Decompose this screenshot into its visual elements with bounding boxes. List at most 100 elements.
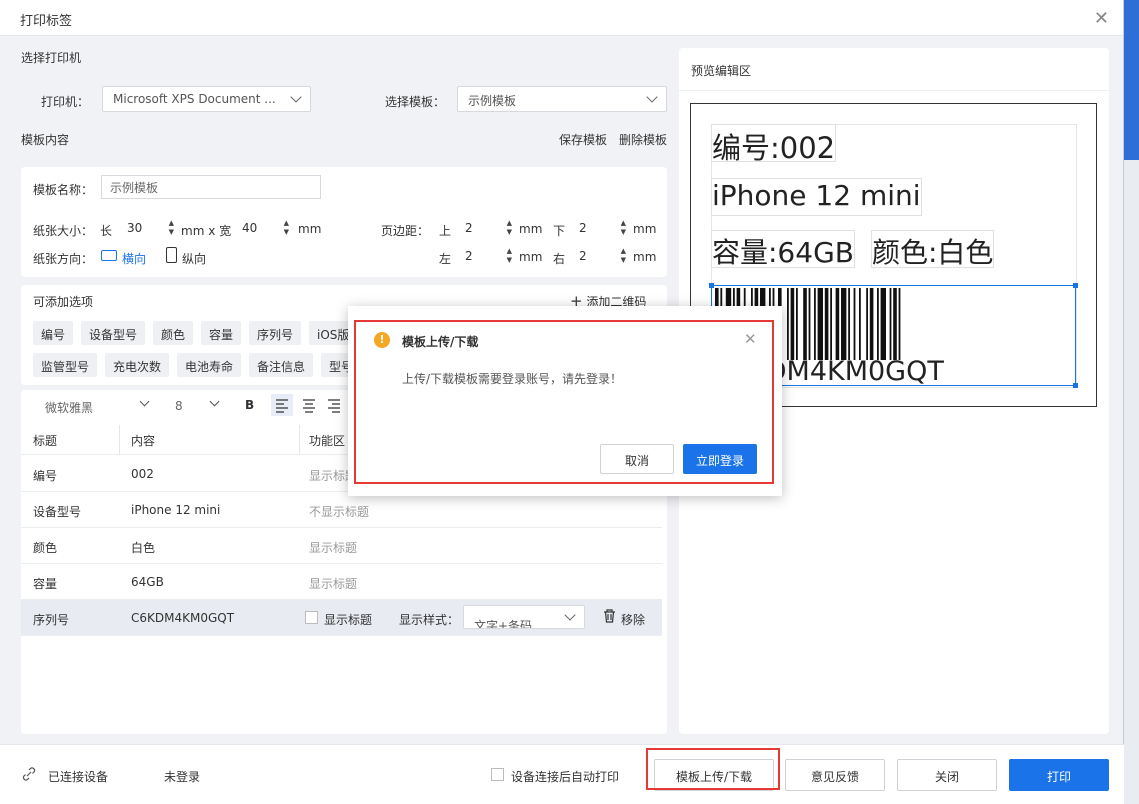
option-tag[interactable]: 序列号 [249, 321, 302, 345]
login-status: 未登录 [164, 770, 201, 784]
length-label: 长 [100, 224, 113, 238]
preview-heading: 预览编辑区 [691, 64, 752, 78]
column-header-content: 内容 [131, 434, 156, 448]
margin-bottom-label: 下 [553, 224, 566, 238]
printer-select[interactable]: Microsoft XPS Document ... [102, 86, 311, 112]
option-tag[interactable]: 颜色 [153, 321, 194, 345]
paper-size-label: 纸张大小： [33, 224, 94, 238]
option-tag[interactable]: 电池寿命 [177, 353, 242, 377]
margin-right-label: 右 [553, 252, 566, 266]
printer-label: 打印机： [41, 95, 90, 109]
template-select-label: 选择模板： [385, 95, 446, 109]
options-heading: 可添加选项 [33, 295, 94, 309]
font-size-select[interactable]: 8 [169, 396, 229, 416]
column-divider [299, 425, 300, 455]
width-stepper[interactable]: 40 ▲ ▼ [236, 217, 291, 241]
margin-right-stepper[interactable]: 2 ▲ ▼ [573, 245, 628, 269]
stepper-arrows-icon[interactable]: ▲ ▼ [169, 219, 174, 237]
align-right-icon[interactable] [323, 394, 345, 416]
display-style-select[interactable]: 文字+条码 [463, 605, 585, 629]
margin-left-stepper[interactable]: 2 ▲ ▼ [459, 245, 514, 269]
preview-color-text[interactable]: 颜色:白色 [871, 230, 995, 269]
stepper-arrows-icon[interactable]: ▲ ▼ [507, 219, 512, 237]
barcode-bar [853, 288, 856, 360]
margin-bottom-stepper[interactable]: 2 ▲ ▼ [573, 217, 628, 241]
table-row-selected[interactable]: 序列号 C6KDM4KM0GQT 显示标题 显示样式： 文字+条码 移除 [21, 600, 662, 636]
display-style-label: 显示样式： [399, 613, 460, 627]
option-tag[interactable]: 编号 [33, 321, 74, 345]
template-name-input[interactable] [101, 175, 321, 199]
margin-top-label: 上 [439, 224, 452, 238]
resize-handle[interactable] [1073, 383, 1078, 388]
link-icon [22, 767, 36, 784]
landscape-option[interactable]: 横向 [122, 250, 146, 267]
unit-label: mm [633, 250, 657, 264]
preview-model-text[interactable]: iPhone 12 mini [711, 178, 922, 216]
resize-handle[interactable] [1073, 283, 1078, 288]
stepper-arrows-icon[interactable]: ▲ ▼ [284, 219, 289, 237]
preview-capacity-text[interactable]: 容量:64GB [711, 230, 855, 269]
option-tag[interactable]: 设备型号 [81, 321, 146, 345]
landscape-icon[interactable] [101, 250, 117, 261]
highlight-box [646, 748, 780, 790]
column-divider [119, 425, 120, 455]
chevron-down-icon [646, 91, 658, 103]
barcode-bar [898, 288, 901, 360]
delete-template-link[interactable]: 删除模板 [619, 131, 667, 148]
option-tag[interactable]: 充电次数 [105, 353, 170, 377]
option-tag[interactable]: 容量 [201, 321, 242, 345]
align-center-icon[interactable] [298, 394, 320, 416]
printer-select-value: Microsoft XPS Document ... [113, 92, 276, 106]
title-bar: 打印标签 ✕ [0, 0, 1123, 36]
auto-print-checkbox[interactable] [491, 768, 504, 781]
window-title: 打印标签 [20, 14, 73, 29]
length-stepper[interactable]: 30 ▲ ▼ [121, 217, 176, 241]
row-title: 序列号 [33, 613, 70, 627]
row-title: 编号 [33, 469, 58, 483]
template-content-heading: 模板内容 [21, 133, 70, 147]
show-title-label: 显示标题 [324, 613, 373, 627]
table-row[interactable]: 设备型号 iPhone 12 mini 不显示标题 [21, 492, 662, 528]
close-icon[interactable]: ✕ [1094, 8, 1109, 29]
resize-handle[interactable] [709, 283, 714, 288]
align-left-icon[interactable] [271, 394, 293, 416]
barcode-bar [893, 288, 897, 360]
auto-print-label: 设备连接后自动打印 [511, 770, 620, 784]
print-button[interactable]: 打印 [1009, 759, 1109, 791]
template-select[interactable]: 示例模板 [457, 86, 667, 112]
bold-button[interactable]: B [245, 398, 254, 412]
row-function: 显示标题 [309, 541, 358, 555]
option-tag[interactable]: 备注信息 [249, 353, 314, 377]
column-header-function: 功能区 [309, 434, 346, 448]
barcode-bar [877, 288, 879, 360]
barcode-bar [824, 288, 829, 360]
barcode-bar [787, 288, 789, 360]
unit-label: mm [298, 222, 322, 236]
row-content: 002 [131, 467, 154, 481]
table-row[interactable]: 容量 64GB 显示标题 [21, 564, 662, 600]
chevron-down-icon [564, 609, 576, 621]
trash-icon[interactable] [603, 609, 616, 626]
stepper-arrows-icon[interactable]: ▲ ▼ [507, 247, 512, 265]
row-title: 设备型号 [33, 505, 82, 519]
unit-label: mm [633, 222, 657, 236]
show-title-checkbox[interactable] [305, 611, 318, 624]
close-button[interactable]: 关闭 [897, 759, 997, 791]
stepper-arrows-icon[interactable]: ▲ ▼ [621, 219, 626, 237]
barcode-bar [880, 288, 886, 360]
option-tag[interactable]: 监管型号 [33, 353, 98, 377]
remove-button[interactable]: 移除 [621, 611, 645, 628]
table-row[interactable]: 颜色 白色 显示标题 [21, 528, 662, 564]
row-content: 64GB [131, 575, 164, 589]
portrait-option[interactable]: 纵向 [182, 250, 206, 267]
portrait-icon[interactable] [166, 247, 177, 263]
row-content: iPhone 12 mini [131, 503, 221, 517]
margin-top-stepper[interactable]: 2 ▲ ▼ [459, 217, 514, 241]
stepper-arrows-icon[interactable]: ▲ ▼ [621, 247, 626, 265]
barcode-bar [817, 288, 823, 360]
preview-number-text[interactable]: 编号:002 [711, 124, 837, 165]
feedback-button[interactable]: 意见反馈 [785, 759, 885, 791]
font-family-select[interactable]: 微软雅黑 [33, 396, 163, 416]
save-template-link[interactable]: 保存模板 [559, 131, 607, 148]
chevron-down-icon [209, 396, 220, 407]
